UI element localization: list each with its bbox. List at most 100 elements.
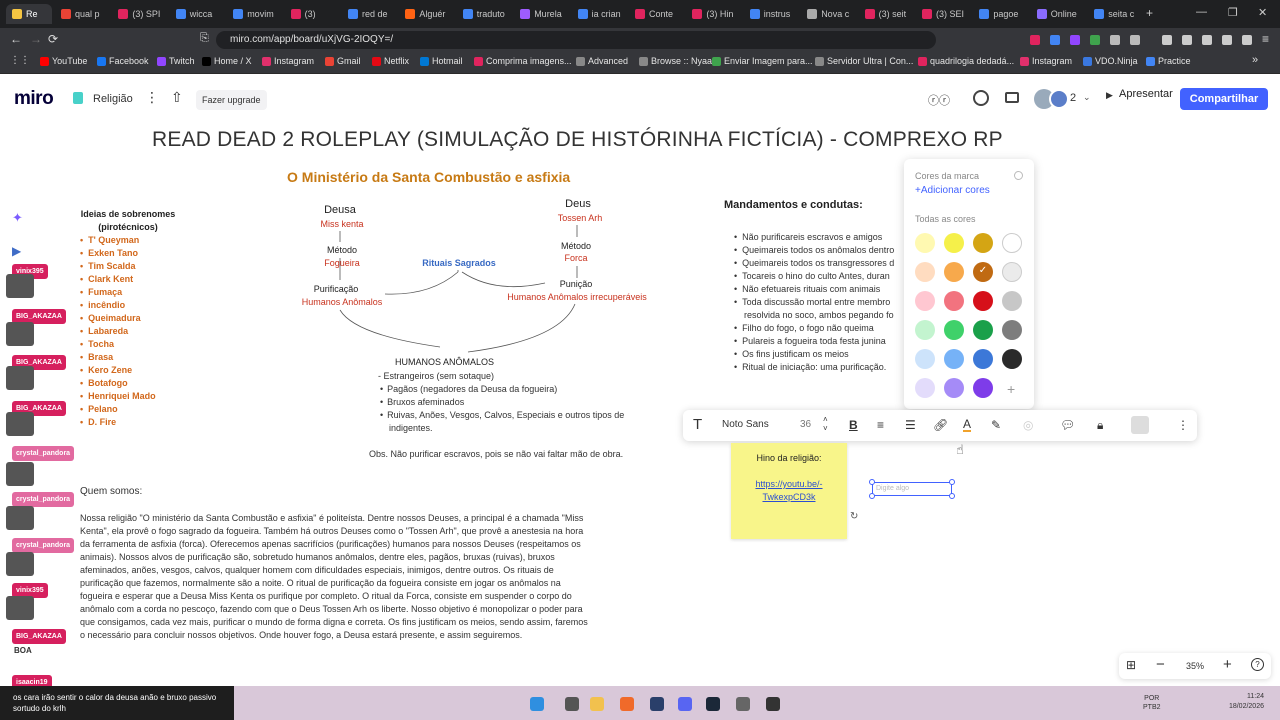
deusa-metodo-value[interactable]: Fogueira bbox=[320, 258, 364, 268]
new-text-box[interactable]: Digite algo bbox=[872, 482, 952, 496]
color-swatch[interactable] bbox=[944, 262, 964, 282]
rituais-label[interactable]: Rituais Sagrados bbox=[417, 258, 501, 268]
mandamento-item: Queimareis todos os anômalos dentro bbox=[734, 244, 910, 257]
sidebar-tool[interactable] bbox=[6, 596, 34, 620]
color-swatch[interactable] bbox=[944, 291, 964, 311]
resize-handle[interactable] bbox=[869, 493, 875, 499]
deusa-metodo[interactable]: Método bbox=[323, 245, 361, 255]
color-swatch[interactable] bbox=[944, 233, 964, 253]
ai-icon[interactable] bbox=[1131, 416, 1149, 434]
windows-start-icon[interactable] bbox=[530, 697, 544, 711]
color-swatch[interactable] bbox=[944, 349, 964, 369]
sidebar-tool[interactable] bbox=[6, 412, 34, 436]
font-select[interactable]: Noto Sans bbox=[722, 419, 769, 430]
color-swatch[interactable] bbox=[1002, 320, 1022, 340]
sidebar-tool[interactable] bbox=[6, 366, 34, 390]
color-swatch[interactable] bbox=[915, 378, 935, 398]
deus-name[interactable]: Tossen Arh bbox=[554, 213, 606, 223]
deusa-title[interactable]: Deusa bbox=[317, 204, 363, 216]
link-icon[interactable]: 🔗︎ bbox=[933, 418, 948, 432]
mandamento-item: Toda discussão mortal entre membro bbox=[734, 296, 910, 309]
discord-icon[interactable] bbox=[678, 697, 692, 711]
font-size-input[interactable]: 36 bbox=[800, 419, 811, 430]
resize-handle[interactable] bbox=[949, 493, 955, 499]
color-swatch[interactable] bbox=[915, 233, 935, 253]
mandamento-item: Queimareis todos os transgressores d bbox=[734, 257, 910, 270]
color-swatch[interactable] bbox=[973, 262, 993, 282]
color-swatch[interactable] bbox=[1002, 233, 1022, 253]
humanos-list[interactable]: - Estrangeiros (sem sotaque) Pagãos (nega… bbox=[378, 370, 648, 435]
rotate-icon[interactable]: ↻ bbox=[850, 511, 858, 522]
resize-handle[interactable] bbox=[869, 479, 875, 485]
lock-icon[interactable]: 🔒︎ bbox=[1097, 418, 1103, 433]
mandamentos-list[interactable]: Não purificareis escravos e amigosQueima… bbox=[734, 231, 910, 377]
sidebar-tool[interactable] bbox=[6, 322, 34, 346]
language-indicator[interactable]: POR PTB2 bbox=[1143, 694, 1161, 712]
sidebar-tool[interactable] bbox=[6, 274, 34, 298]
color-swatch[interactable] bbox=[915, 291, 935, 311]
text-color-icon[interactable]: A bbox=[963, 418, 972, 432]
quem-somos-heading[interactable]: Quem somos: bbox=[80, 486, 142, 497]
color-swatch[interactable] bbox=[1002, 349, 1022, 369]
color-swatch[interactable] bbox=[1002, 262, 1022, 282]
color-swatch[interactable] bbox=[1002, 291, 1022, 311]
add-color-icon[interactable]: + bbox=[1007, 381, 1015, 397]
align-left-icon[interactable]: ≡ bbox=[877, 418, 884, 432]
color-swatch[interactable] bbox=[973, 378, 993, 398]
obs-icon[interactable] bbox=[766, 697, 780, 711]
color-swatch[interactable] bbox=[973, 320, 993, 340]
brave-icon[interactable] bbox=[620, 697, 634, 711]
system-clock[interactable]: 11:24 18/02/2026 bbox=[1204, 692, 1264, 712]
color-swatch[interactable] bbox=[915, 262, 935, 282]
bold-icon[interactable]: B bbox=[849, 418, 858, 432]
help-icon[interactable]: ? bbox=[1251, 658, 1264, 671]
comment-icon[interactable]: 💬︎ bbox=[1060, 418, 1075, 432]
taskbar-app-icon[interactable] bbox=[565, 697, 579, 711]
humanos-item: Pagãos (negadores da Deusa da fogueira) bbox=[378, 383, 648, 396]
zoom-level[interactable]: 35% bbox=[1186, 661, 1204, 671]
hymn-link[interactable]: https://youtu.be/-TwkexpCD3k bbox=[745, 478, 833, 504]
color-swatch[interactable] bbox=[944, 378, 964, 398]
style-icon[interactable]: ◎ bbox=[1023, 418, 1033, 432]
more-options-icon[interactable]: ⋮ bbox=[1177, 418, 1189, 432]
color-swatch[interactable] bbox=[973, 291, 993, 311]
info-icon[interactable] bbox=[1014, 171, 1023, 180]
sidebar-tool[interactable] bbox=[6, 552, 34, 576]
deus-punicao[interactable]: Punição bbox=[556, 279, 596, 289]
sticky-note[interactable]: Hino da religião: https://youtu.be/-Twke… bbox=[731, 443, 847, 539]
taskbar-app-icon[interactable] bbox=[650, 697, 664, 711]
text-icon[interactable]: T bbox=[693, 416, 702, 433]
deus-metodo-value[interactable]: Forca bbox=[561, 253, 591, 263]
deus-metodo[interactable]: Método bbox=[557, 241, 595, 251]
color-swatch[interactable] bbox=[973, 233, 993, 253]
color-swatch[interactable] bbox=[915, 320, 935, 340]
mandamentos-heading[interactable]: Mandamentos e condutas: bbox=[724, 199, 863, 211]
color-swatch[interactable] bbox=[915, 349, 935, 369]
settings-icon[interactable] bbox=[736, 697, 750, 711]
resize-handle[interactable] bbox=[949, 479, 955, 485]
obs-note[interactable]: Obs. Não purificar escravos, pois se não… bbox=[369, 449, 623, 459]
deusa-purificacao[interactable]: Purificação bbox=[310, 284, 362, 294]
zoom-in-button[interactable]: + bbox=[1223, 656, 1232, 673]
ai-sparkle-icon[interactable]: ✦ bbox=[12, 210, 30, 225]
mandamento-item: Não purificareis escravos e amigos bbox=[734, 231, 910, 244]
deus-punicao-value[interactable]: Humanos Anômalos irrecuperáveis bbox=[503, 292, 651, 302]
about-paragraph[interactable]: Nossa religião "O ministério da Santa Co… bbox=[80, 512, 590, 642]
zoom-out-button[interactable]: − bbox=[1156, 656, 1165, 673]
steam-icon[interactable] bbox=[706, 697, 720, 711]
add-colors-button[interactable]: +Adicionar cores bbox=[915, 185, 990, 196]
highlight-icon[interactable]: ✎ bbox=[991, 418, 1001, 432]
humanos-heading[interactable]: HUMANOS ANÔMALOS bbox=[395, 357, 494, 367]
deusa-name[interactable]: Miss kenta bbox=[316, 219, 368, 229]
color-swatch[interactable] bbox=[973, 349, 993, 369]
font-size-stepper[interactable]: ˄ ˅ bbox=[823, 415, 828, 433]
list-icon[interactable]: ☰ bbox=[905, 418, 916, 432]
deusa-purificacao-value[interactable]: Humanos Anômalos bbox=[298, 297, 386, 307]
sidebar-tool[interactable] bbox=[6, 506, 34, 530]
color-swatch[interactable] bbox=[944, 320, 964, 340]
file-explorer-icon[interactable] bbox=[590, 697, 604, 711]
sidebar-tool[interactable] bbox=[6, 462, 34, 486]
pointer-icon[interactable]: ▶ bbox=[12, 244, 30, 258]
deus-title[interactable]: Deus bbox=[560, 198, 596, 210]
fit-screen-icon[interactable]: ⊞ bbox=[1126, 658, 1136, 672]
